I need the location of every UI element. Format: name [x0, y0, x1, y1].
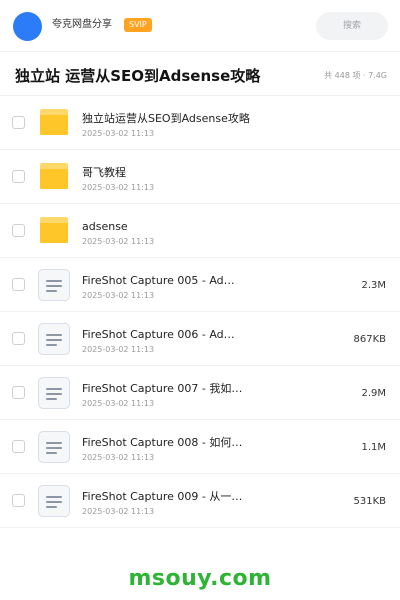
row-checkbox[interactable] — [12, 440, 25, 453]
document-icon — [38, 323, 70, 355]
page-title: 独立站 运营从SEO到Adsense攻略 — [15, 67, 261, 85]
folder-title-bar: 独立站 运营从SEO到Adsense攻略 共 448 项 · 7.4G — [0, 52, 400, 96]
file-date: 2025-03-02 11:13 — [82, 399, 155, 408]
folder-icon — [40, 163, 68, 189]
file-name: 哥飞教程 — [82, 166, 126, 179]
top-bar: 夸克网盘分享 SVIP 搜索 — [0, 0, 400, 52]
document-icon — [38, 377, 70, 409]
search-input[interactable]: 搜索 — [316, 12, 388, 40]
list-item[interactable]: FireShot Capture 005 - Ad… 2025-03-02 11… — [0, 258, 400, 312]
file-name: FireShot Capture 006 - Ad… — [82, 328, 235, 341]
list-item[interactable]: 哥飞教程 2025-03-02 11:13 — [0, 150, 400, 204]
file-size: 2.3M — [361, 280, 386, 291]
file-date: 2025-03-02 11:13 — [82, 183, 155, 192]
avatar[interactable] — [13, 12, 42, 41]
file-size: 531KB — [353, 496, 386, 507]
file-name: 独立站运营从SEO到Adsense攻略 — [82, 112, 250, 125]
row-checkbox[interactable] — [12, 386, 25, 399]
list-item[interactable]: adsense 2025-03-02 11:13 — [0, 204, 400, 258]
row-checkbox[interactable] — [12, 278, 25, 291]
svip-badge: SVIP — [124, 18, 152, 32]
file-name: FireShot Capture 008 - 如何… — [82, 436, 243, 449]
file-date: 2025-03-02 11:13 — [82, 507, 155, 516]
file-date: 2025-03-02 11:13 — [82, 345, 155, 354]
folder-icon — [40, 217, 68, 243]
document-icon — [38, 269, 70, 301]
file-name: adsense — [82, 220, 128, 233]
file-size: 1.1M — [361, 442, 386, 453]
list-item[interactable]: FireShot Capture 006 - Ad… 2025-03-02 11… — [0, 312, 400, 366]
file-date: 2025-03-02 11:13 — [82, 237, 155, 246]
file-list: 独立站运营从SEO到Adsense攻略 2025-03-02 11:13 哥飞教… — [0, 96, 400, 528]
document-icon — [38, 485, 70, 517]
file-name: FireShot Capture 009 - 从一… — [82, 490, 243, 503]
list-item[interactable]: 独立站运营从SEO到Adsense攻略 2025-03-02 11:13 — [0, 96, 400, 150]
row-checkbox[interactable] — [12, 116, 25, 129]
row-checkbox[interactable] — [12, 170, 25, 183]
row-checkbox[interactable] — [12, 494, 25, 507]
folder-meta: 共 448 项 · 7.4G — [324, 71, 387, 80]
row-checkbox[interactable] — [12, 332, 25, 345]
share-title: 夸克网盘分享 — [52, 19, 112, 30]
file-date: 2025-03-02 11:13 — [82, 453, 155, 462]
list-item[interactable]: FireShot Capture 008 - 如何… 2025-03-02 11… — [0, 420, 400, 474]
file-name: FireShot Capture 005 - Ad… — [82, 274, 235, 287]
file-name: FireShot Capture 007 - 我如… — [82, 382, 243, 395]
folder-icon — [40, 109, 68, 135]
file-date: 2025-03-02 11:13 — [82, 129, 155, 138]
file-date: 2025-03-02 11:13 — [82, 291, 155, 300]
document-icon — [38, 431, 70, 463]
file-size: 867KB — [353, 334, 386, 345]
row-checkbox[interactable] — [12, 224, 25, 237]
watermark: msouy.com — [128, 566, 272, 591]
file-size: 2.9M — [361, 388, 386, 399]
list-item[interactable]: FireShot Capture 009 - 从一… 2025-03-02 11… — [0, 474, 400, 528]
list-item[interactable]: FireShot Capture 007 - 我如… 2025-03-02 11… — [0, 366, 400, 420]
